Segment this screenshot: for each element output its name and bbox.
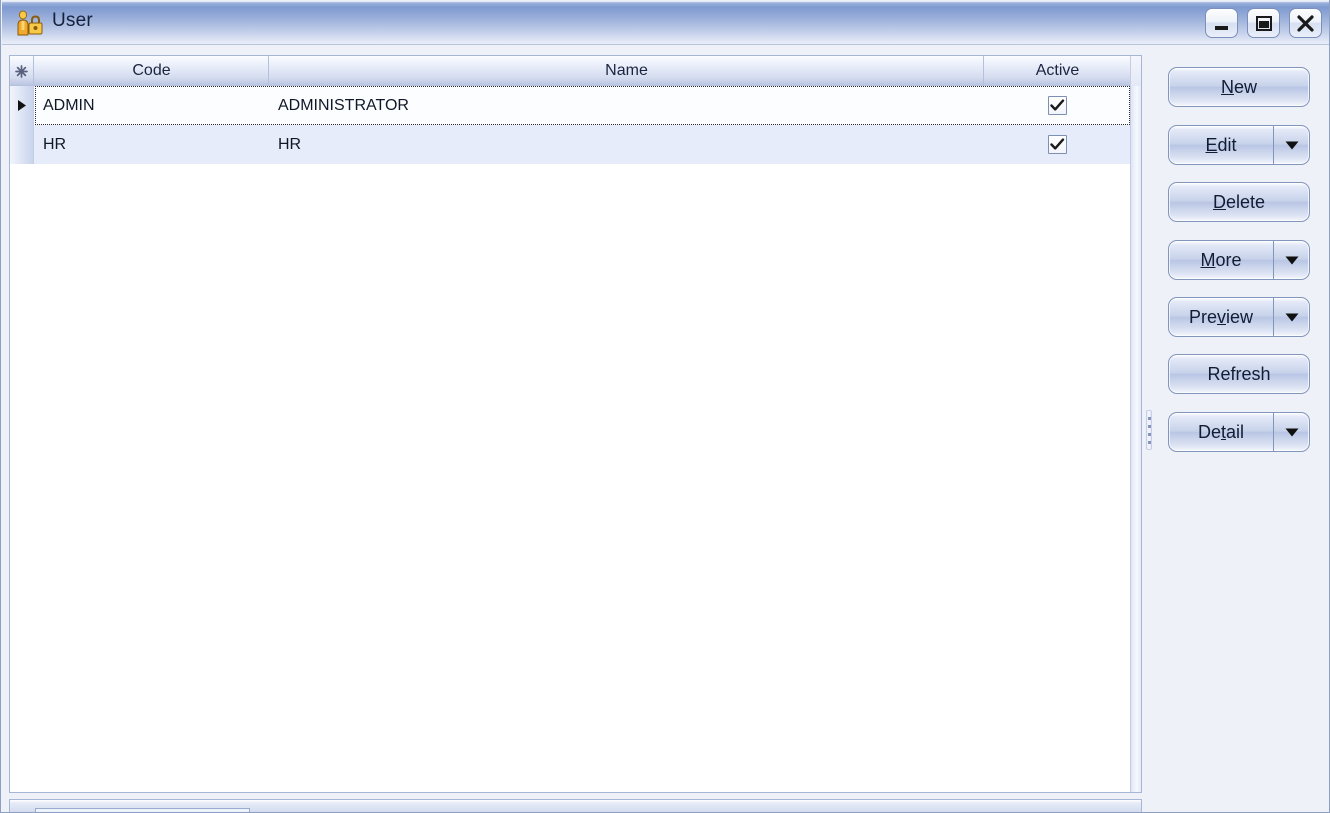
delete-button[interactable]: Delete bbox=[1168, 182, 1310, 222]
edit-button[interactable]: Edit bbox=[1168, 125, 1310, 165]
row-indicator-current[interactable] bbox=[10, 86, 34, 125]
refresh-button[interactable]: Refresh bbox=[1168, 354, 1310, 394]
panel-splitter[interactable] bbox=[1145, 55, 1153, 793]
asterisk-icon bbox=[15, 64, 28, 78]
column-header-active[interactable]: Active bbox=[985, 56, 1130, 86]
chevron-down-icon bbox=[1285, 141, 1298, 149]
column-header-active-label: Active bbox=[1035, 62, 1080, 79]
checkmark-icon bbox=[1050, 99, 1065, 111]
table-row[interactable]: ADMIN ADMINISTRATOR bbox=[10, 86, 1130, 125]
more-button[interactable]: More bbox=[1168, 240, 1310, 280]
cell-active[interactable] bbox=[985, 125, 1130, 164]
cell-code: ADMIN bbox=[43, 96, 95, 114]
refresh-button-label: Refresh bbox=[1207, 363, 1271, 384]
preview-dropdown-button[interactable] bbox=[1273, 298, 1309, 336]
maximize-button[interactable] bbox=[1247, 8, 1280, 38]
more-dropdown-button[interactable] bbox=[1273, 241, 1309, 279]
delete-button-label: Delete bbox=[1212, 191, 1266, 212]
detail-dropdown-button[interactable] bbox=[1273, 413, 1309, 451]
chevron-down-icon bbox=[1285, 256, 1298, 264]
column-header-code-label: Code bbox=[132, 62, 171, 79]
action-button-panel: New Edit Delete More Pre v iew Refresh D… bbox=[1155, 55, 1323, 793]
user-window: User Code Name Active ADMIN ADMINISTRATO… bbox=[0, 0, 1330, 813]
window-title: User bbox=[52, 10, 93, 31]
preview-button[interactable]: Pre v iew bbox=[1168, 297, 1310, 337]
column-header-name[interactable]: Name bbox=[270, 56, 984, 86]
column-header-code[interactable]: Code bbox=[35, 56, 269, 86]
active-checkbox[interactable] bbox=[1048, 135, 1067, 154]
row-indicator[interactable] bbox=[10, 125, 34, 164]
user-lock-icon bbox=[15, 10, 45, 36]
grid-vertical-scrollbar[interactable] bbox=[1130, 86, 1141, 792]
edit-dropdown-button[interactable] bbox=[1273, 126, 1309, 164]
window-titlebar[interactable]: User bbox=[2, 1, 1329, 45]
close-button[interactable] bbox=[1289, 8, 1322, 38]
client-area: Code Name Active ADMIN ADMINISTRATOR HR … bbox=[2, 46, 1329, 812]
record-count-panel: 2 bbox=[35, 808, 250, 812]
minimize-button[interactable] bbox=[1205, 8, 1238, 38]
detail-button[interactable]: De t ail bbox=[1168, 412, 1310, 452]
user-grid[interactable]: Code Name Active ADMIN ADMINISTRATOR HR … bbox=[9, 55, 1142, 793]
cell-active[interactable] bbox=[985, 86, 1130, 125]
status-bar: 2 bbox=[9, 799, 1142, 812]
checkmark-icon bbox=[1050, 138, 1065, 150]
cell-name: HR bbox=[278, 135, 302, 153]
chevron-down-icon bbox=[1285, 313, 1298, 321]
current-row-arrow-icon bbox=[17, 100, 26, 111]
grid-indicator-column-header[interactable] bbox=[10, 56, 34, 86]
table-row[interactable]: HR HR bbox=[10, 125, 1130, 164]
active-checkbox[interactable] bbox=[1048, 96, 1067, 115]
column-header-name-label: Name bbox=[605, 62, 648, 79]
new-button[interactable]: New bbox=[1168, 67, 1310, 107]
chevron-down-icon bbox=[1285, 428, 1298, 436]
cell-name: ADMINISTRATOR bbox=[278, 96, 409, 114]
header-scrollbar-filler bbox=[1130, 56, 1141, 86]
grid-header-row: Code Name Active bbox=[10, 56, 1141, 86]
cell-code: HR bbox=[43, 135, 67, 153]
splitter-grip[interactable] bbox=[1146, 410, 1152, 450]
new-button-label: New bbox=[1220, 76, 1257, 97]
